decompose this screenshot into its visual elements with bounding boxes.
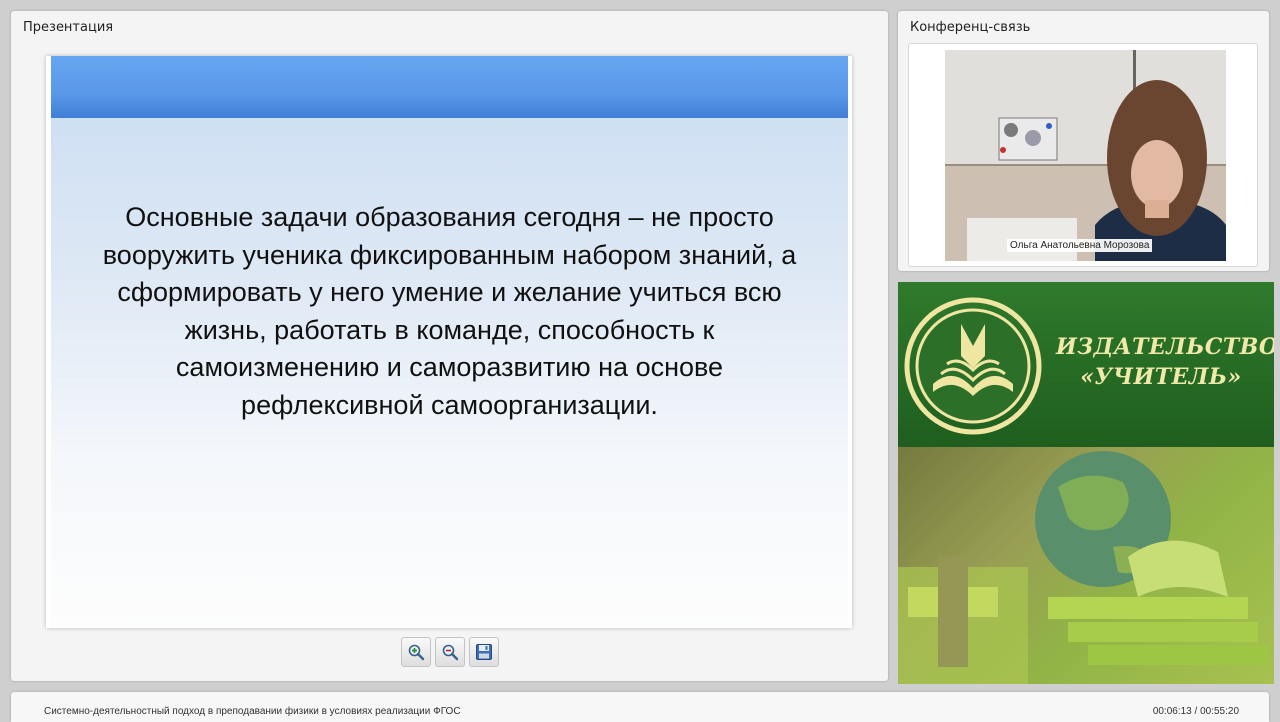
slide-background: Основные задачи образования сегодня – не…	[51, 56, 848, 628]
zoom-out-icon	[442, 644, 459, 661]
books-globe-illustration	[898, 447, 1274, 684]
zoom-in-icon	[408, 644, 425, 661]
publisher-line-2: «УЧИТЕЛЬ»	[1080, 364, 1242, 390]
conference-panel: Конференц-связь Ольга Анатольевна Морозо…	[898, 11, 1269, 271]
open-book-emblem-icon	[904, 297, 1042, 435]
slide: Основные задачи образования сегодня – не…	[46, 56, 852, 628]
slide-header-bar	[51, 56, 848, 118]
footer-bar: Системно-деятельностный подход в препода…	[11, 692, 1269, 722]
banner-books-image	[898, 447, 1274, 684]
video-scene	[945, 50, 1226, 261]
publisher-name: ИЗДАТЕЛЬСТВО «УЧИТЕЛЬ»	[1056, 332, 1274, 392]
zoom-out-button[interactable]	[435, 637, 465, 667]
participant-name-label: Ольга Анатольевна Морозова	[1007, 239, 1153, 252]
conference-panel-title: Конференц-связь	[910, 20, 1031, 35]
presentation-panel-title: Презентация	[23, 20, 114, 35]
presentation-toolbar	[401, 637, 499, 667]
banner-top: ИЗДАТЕЛЬСТВО «УЧИТЕЛЬ»	[898, 282, 1274, 447]
slide-text: Основные задачи образования сегодня – не…	[102, 202, 797, 420]
video-frame: Ольга Анатольевна Морозова	[908, 43, 1258, 267]
webinar-title: Системно-деятельностный подход в препода…	[44, 706, 461, 717]
playback-time: 00:06:13 / 00:55:20	[1152, 706, 1239, 717]
zoom-in-button[interactable]	[401, 637, 431, 667]
floppy-disk-icon	[476, 644, 492, 660]
participant-video[interactable]: Ольга Анатольевна Морозова	[945, 50, 1226, 261]
save-button[interactable]	[469, 637, 499, 667]
presentation-panel: Презентация Основные задачи образования …	[11, 11, 888, 681]
publisher-banner: ИЗДАТЕЛЬСТВО «УЧИТЕЛЬ»	[898, 282, 1274, 684]
publisher-line-1: ИЗДАТЕЛЬСТВО	[1056, 334, 1274, 360]
